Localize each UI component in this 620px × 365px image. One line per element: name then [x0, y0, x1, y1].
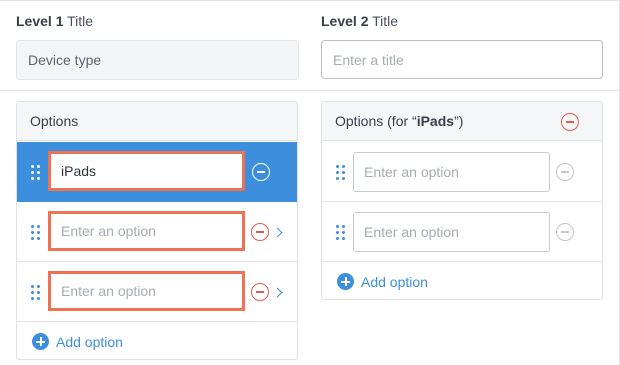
remove-option-icon[interactable]	[251, 283, 269, 301]
sub-header-suffix: ”)	[454, 113, 464, 129]
add-option-label: Add option	[361, 274, 428, 290]
option-input[interactable]	[48, 271, 245, 311]
sub-options-panel: Options (for “iPads”) Add option	[321, 101, 603, 300]
level2-label-bold: Level 2	[321, 13, 369, 29]
drag-handle-icon[interactable]	[31, 165, 40, 180]
options-panel: Options Add option	[16, 101, 298, 360]
add-option-label: Add option	[56, 334, 123, 350]
chevron-right-icon[interactable]	[272, 287, 283, 298]
level2-label-rest: Title	[368, 13, 399, 29]
sub-option-row[interactable]	[322, 202, 602, 262]
chevron-right-icon[interactable]	[272, 227, 283, 238]
add-option-button[interactable]: Add option	[32, 332, 152, 352]
remove-level2-icon[interactable]	[561, 113, 579, 131]
section-divider	[0, 90, 620, 91]
sub-option-input[interactable]	[353, 152, 550, 192]
remove-option-icon[interactable]	[251, 223, 269, 241]
sub-header-prefix: Options (for “	[335, 113, 417, 129]
remove-option-icon[interactable]	[556, 163, 574, 181]
option-row-selected[interactable]	[17, 142, 297, 202]
remove-option-icon[interactable]	[556, 223, 574, 241]
option-row[interactable]	[17, 202, 297, 262]
level1-label-rest: Title	[63, 13, 94, 29]
remove-option-icon[interactable]	[252, 163, 270, 181]
drag-handle-icon[interactable]	[336, 165, 345, 180]
level1-title-label: Level 1 Title	[16, 13, 93, 29]
level1-title-field: Device type	[16, 40, 299, 80]
options-panel-header: Options	[17, 102, 297, 141]
top-border	[0, 0, 620, 1]
option-input[interactable]	[48, 151, 245, 191]
sub-header-parent: iPads	[416, 113, 455, 129]
option-row[interactable]	[17, 262, 297, 322]
level1-label-bold: Level 1	[16, 13, 64, 29]
add-sub-option-button[interactable]: Add option	[337, 272, 457, 292]
plus-circle-icon	[32, 333, 49, 350]
sub-option-input[interactable]	[353, 212, 550, 252]
level2-title-label: Level 2 Title	[321, 13, 398, 29]
level2-title-input[interactable]	[321, 40, 603, 79]
drag-handle-icon[interactable]	[31, 225, 40, 240]
drag-handle-icon[interactable]	[31, 285, 40, 300]
sub-options-panel-header: Options (for “iPads”)	[322, 102, 602, 141]
plus-circle-icon	[337, 273, 354, 290]
drag-handle-icon[interactable]	[336, 225, 345, 240]
sub-option-row[interactable]	[322, 142, 602, 202]
option-input[interactable]	[48, 211, 245, 251]
